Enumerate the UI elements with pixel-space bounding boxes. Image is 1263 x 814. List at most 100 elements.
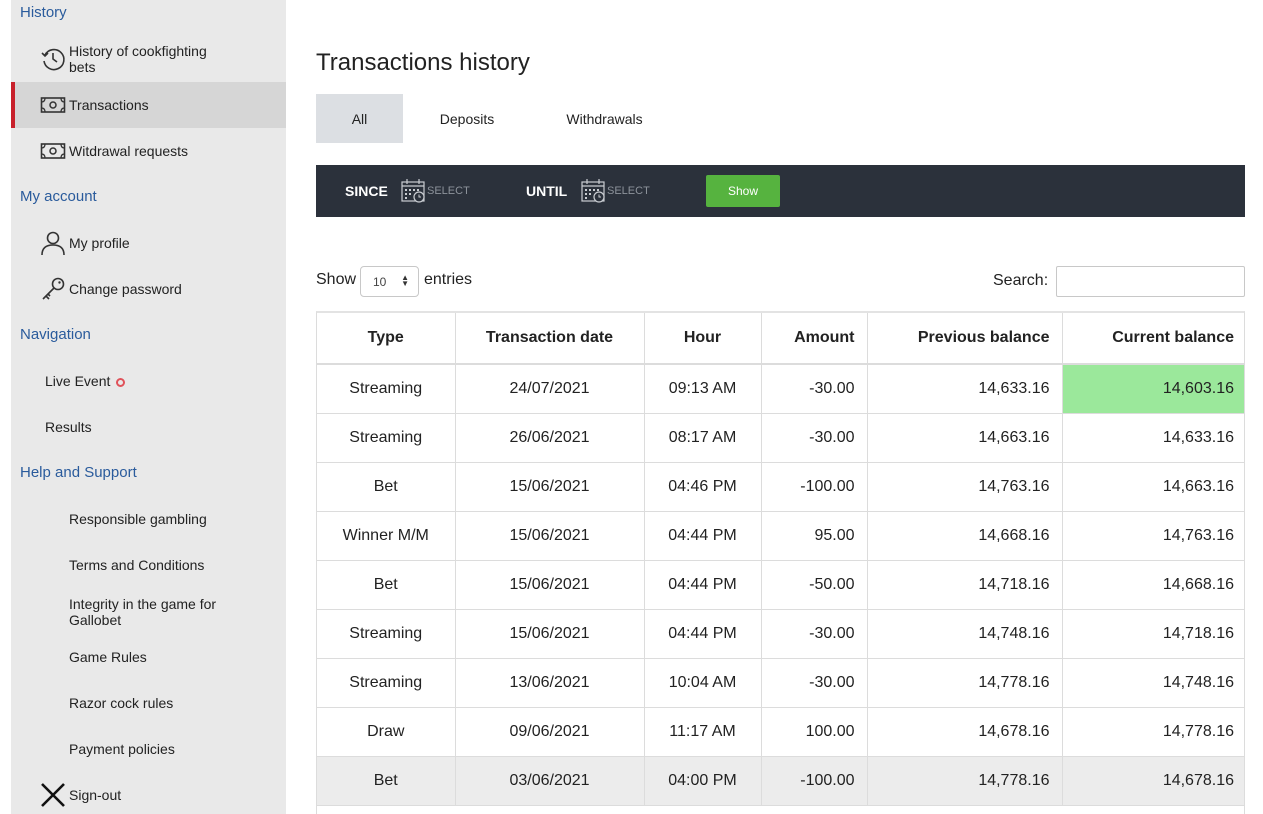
cell-previous-balance: 14,763.16 [867,462,1063,512]
history-clock-icon [40,46,66,72]
cell-previous-balance: 14,748.16 [867,609,1063,659]
cell-amount: -100.00 [761,462,868,512]
since-date-picker[interactable]: SELECT [427,185,470,197]
table-row: Bet 15/06/2021 04:46 PM -100.00 14,763.16 14,… [317,462,1244,512]
cell-previous-balance: 14,663.16 [867,413,1063,463]
calendar-icon[interactable] [581,178,607,204]
column-header-hour[interactable]: Hour [644,313,762,365]
cell-type: Streaming [317,413,456,463]
cell-date: 15/06/2021 [455,462,645,512]
cell-current-balance: 14,633.16 [1062,413,1244,463]
sidebar-item-transactions[interactable]: Transactions [11,82,286,128]
sidebar-item-integrity[interactable]: Integrity in the game for Gallobet [11,589,286,635]
cell-amount: -100.00 [761,756,868,806]
cell-type: Bet [317,462,456,512]
tab-deposits[interactable]: Deposits [403,94,531,143]
sidebar-item-game-rules[interactable]: Game Rules [11,634,286,680]
sidebar-item-label: Transactions [69,97,149,113]
sidebar-item-label: Change password [69,281,182,297]
calendar-icon[interactable] [401,178,427,204]
cell-previous-balance: 14,678.16 [867,707,1063,757]
column-header-current-balance[interactable]: Current balance [1062,313,1244,365]
cell-date: 24/07/2021 [455,364,645,414]
sidebar-item-results[interactable]: Results [11,404,286,450]
sidebar-item-profile[interactable]: My profile [11,220,286,266]
sidebar-item-label: Responsible gambling [69,511,207,527]
cell-date: 13/06/2021 [455,658,645,708]
cell-current-balance: 14,603.16 [1062,364,1244,414]
cell-current-balance: 14,763.16 [1062,511,1244,561]
cell-hour: 04:46 PM [644,462,762,512]
sidebar-item-label: Results [45,419,92,435]
sidebar-item-razor-rules[interactable]: Razor cock rules [11,680,286,726]
sidebar-item-terms[interactable]: Terms and Conditions [11,542,286,588]
table-header-row: Type Transaction date Hour Amount Previo… [317,313,1244,365]
sidebar-item-payment-policies[interactable]: Payment policies [11,726,286,772]
table-row: Bet 03/06/2021 04:00 PM -100.00 14,778.16 14,… [317,756,1244,806]
cell-amount: 95.00 [761,511,868,561]
column-header-amount[interactable]: Amount [761,313,868,365]
until-label: UNTIL [526,183,568,199]
cell-hour: 11:17 AM [644,707,762,757]
sidebar-item-cockfighting-bets[interactable]: History of cookfighting bets [11,40,286,78]
sidebar-item-label: My profile [69,235,130,251]
sidebar-item-responsible-gambling[interactable]: Responsible gambling [11,496,286,542]
until-date-picker[interactable]: SELECT [607,185,650,197]
cell-date: 15/06/2021 [455,511,645,561]
sidebar-item-change-password[interactable]: Change password [11,266,286,312]
cell-type: Streaming [317,609,456,659]
cell-type: Winner M/M [317,511,456,561]
cell-amount: -30.00 [761,364,868,414]
cell-date: 15/06/2021 [455,560,645,610]
cell-date: 03/06/2021 [455,756,645,806]
cell-date: 09/06/2021 [455,707,645,757]
tab-withdrawals[interactable]: Withdrawals [531,94,678,143]
cell-date: 15/06/2021 [455,609,645,659]
date-filter-bar: SINCE SELECT UNTIL SELECT Show [316,165,1245,217]
cell-current-balance: 14,678.16 [1062,756,1244,806]
cell-type: Bet [317,756,456,806]
cell-type: Streaming [317,658,456,708]
cell-previous-balance: 14,718.16 [867,560,1063,610]
table-row: Streaming 13/06/2021 10:04 AM -30.00 14,778.… [317,658,1244,708]
table-row: Streaming 24/07/2021 09:13 AM -30.00 14,633.… [317,364,1244,414]
sidebar-item-label: History of cookfighting bets [69,43,207,75]
section-title-account: My account [20,188,97,205]
cell-type: Streaming [317,364,456,414]
table-row: Bet 15/06/2021 04:44 PM -50.00 14,718.16 14,6… [317,560,1244,610]
show-button[interactable]: Show [706,175,780,207]
section-title-navigation: Navigation [20,326,91,343]
table-row: Winner M/M 15/06/2021 04:44 PM 95.00 14,668.… [317,511,1244,561]
cell-amount: -30.00 [761,609,868,659]
search-input[interactable] [1056,266,1245,297]
column-header-type[interactable]: Type [317,313,456,365]
sidebar-item-label: Terms and Conditions [69,557,205,573]
cell-previous-balance: 14,633.16 [867,364,1063,414]
search-label: Search: [993,272,1049,289]
live-indicator-icon [116,377,126,387]
sidebar-item-withdrawal-requests[interactable]: Witdrawal requests [11,128,286,174]
table-row: Streaming 26/06/2021 08:17 AM -30.00 14,663.… [317,413,1244,463]
entries-value: 10 [373,274,387,289]
sidebar-item-label: Live Event [45,373,126,389]
cell-amount: 100.00 [761,707,868,757]
tab-all[interactable]: All [316,94,403,143]
cell-type: Bet [317,560,456,610]
transactions-table: Type Transaction date Hour Amount Previo… [316,311,1245,814]
column-header-previous-balance[interactable]: Previous balance [867,313,1063,365]
cell-hour: 08:17 AM [644,413,762,463]
page-title: Transactions history [316,49,530,76]
sidebar-item-label: Game Rules [69,649,147,665]
money-icon [40,92,66,118]
cell-amount: -50.00 [761,560,868,610]
sidebar-item-sign-out[interactable]: Sign-out [11,772,286,814]
column-header-date[interactable]: Transaction date [455,313,645,365]
sidebar-item-live-event[interactable]: Live Event [11,358,286,404]
cell-previous-balance: 14,668.16 [867,511,1063,561]
cell-hour: 09:13 AM [644,364,762,414]
sidebar-item-label: Sign-out [69,787,122,803]
table-row: Streaming 15/06/2021 04:44 PM -30.00 14,748.… [317,609,1244,659]
cell-hour: 04:44 PM [644,609,762,659]
section-title-history: History [20,4,67,21]
entries-select[interactable]: 10 ▲ ▼ [360,266,419,297]
